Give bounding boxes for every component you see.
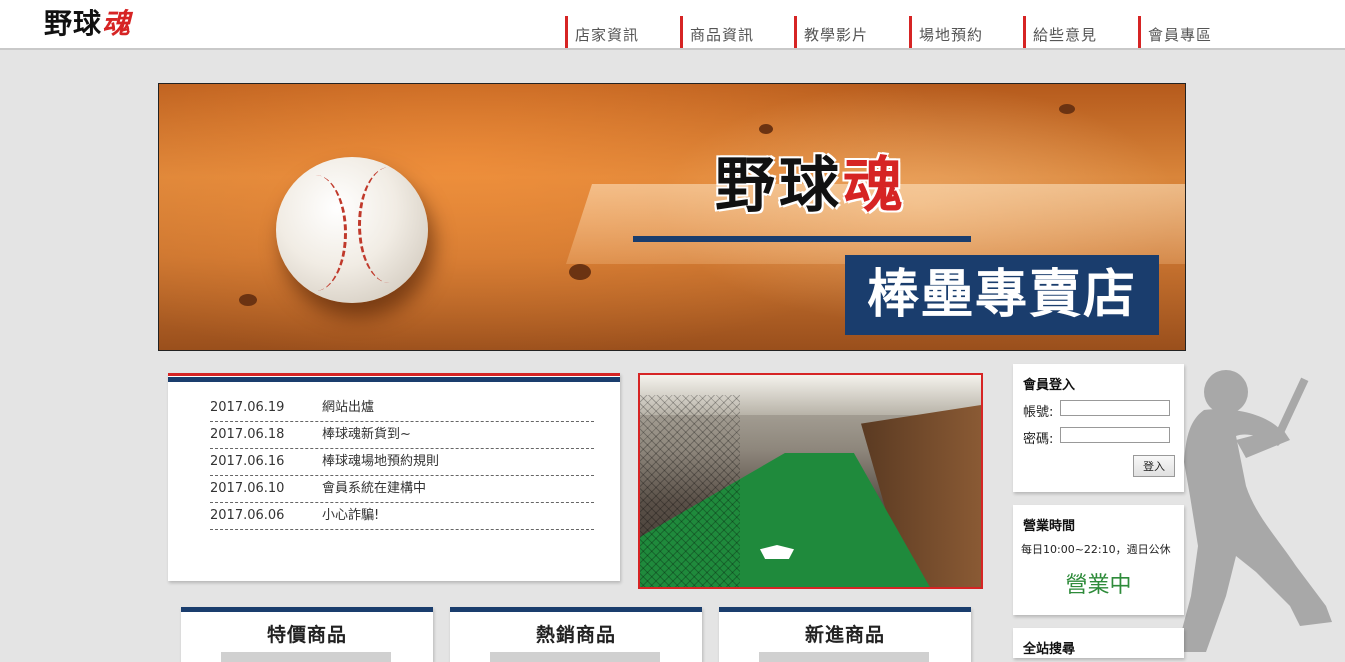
nav-member-area[interactable]: 會員專區 <box>1138 16 1248 48</box>
nav-field-booking[interactable]: 場地預約 <box>909 16 1019 48</box>
banner-subtitle: 棒壘專賣店 <box>845 255 1159 335</box>
baseball-seam <box>358 167 421 283</box>
open-status-badge: 營業中 <box>1065 573 1132 598</box>
product-box-title[interactable]: 熱銷商品 <box>450 620 702 647</box>
product-box-title[interactable]: 特價商品 <box>181 620 433 647</box>
nav-feedback[interactable]: 給些意見 <box>1023 16 1133 48</box>
dirt-rock <box>759 124 773 134</box>
nav-store-info[interactable]: 店家資訊 <box>565 16 675 48</box>
dirt-rock <box>239 294 257 306</box>
news-title[interactable]: 網站出爐 <box>322 395 374 421</box>
nav-tutorial-videos[interactable]: 教學影片 <box>794 16 904 48</box>
news-top-stripe-red <box>168 373 620 376</box>
hours-title: 營業時間 <box>1023 519 1076 534</box>
product-thumbnail[interactable] <box>490 652 660 662</box>
news-item[interactable]: 2017.06.18 棒球魂新貨到~ <box>210 422 594 449</box>
product-box-hot: 熱銷商品 <box>450 607 702 662</box>
product-box-title[interactable]: 新進商品 <box>719 620 971 647</box>
business-hours-panel: 營業時間 每日10:00~22:10，週日公休 營業中 <box>1013 505 1184 615</box>
batting-cage-photo <box>638 373 983 589</box>
top-header: 野球魂 店家資訊 商品資訊 教學影片 場地預約 給些意見 會員專區 <box>0 0 1345 50</box>
product-thumbnail[interactable] <box>759 652 929 662</box>
member-login-panel: 會員登入 帳號: 密碼: 登入 <box>1013 364 1184 492</box>
news-title[interactable]: 小心詐騙! <box>322 503 379 529</box>
news-title[interactable]: 會員系統在建構中 <box>322 476 426 502</box>
account-label: 帳號: <box>1023 405 1054 420</box>
news-item[interactable]: 2017.06.06 小心詐騙! <box>210 503 594 530</box>
news-date: 2017.06.06 <box>210 508 285 523</box>
news-item[interactable]: 2017.06.16 棒球魂場地預約規則 <box>210 449 594 476</box>
banner-title-black: 野球 <box>715 151 843 221</box>
news-item[interactable]: 2017.06.10 會員系統在建構中 <box>210 476 594 503</box>
dirt-rock <box>569 264 591 280</box>
logo-text-red: 魂 <box>102 7 132 40</box>
baseball-seam <box>284 175 347 291</box>
product-box-sale: 特價商品 <box>181 607 433 662</box>
site-logo[interactable]: 野球魂 <box>44 6 131 42</box>
hours-text: 每日10:00~22:10，週日公休 <box>1021 543 1171 556</box>
password-label: 密碼: <box>1023 432 1054 447</box>
logo-text-black: 野球 <box>44 7 103 40</box>
product-thumbnail[interactable] <box>221 652 391 662</box>
banner-title-red: 魂 <box>843 151 907 221</box>
news-item[interactable]: 2017.06.19 網站出爐 <box>210 395 594 422</box>
banner-divider <box>633 236 971 242</box>
news-title[interactable]: 棒球魂場地預約規則 <box>322 449 439 475</box>
news-panel: 2017.06.19 網站出爐 2017.06.18 棒球魂新貨到~ 2017.… <box>168 373 620 581</box>
news-top-stripe-navy <box>168 377 620 382</box>
login-title: 會員登入 <box>1023 378 1076 393</box>
banner-title: 野球魂 <box>715 146 907 226</box>
news-date: 2017.06.10 <box>210 481 285 496</box>
news-date: 2017.06.16 <box>210 454 285 469</box>
hero-banner: 野球魂 棒壘專賣店 <box>158 83 1186 351</box>
nav-products[interactable]: 商品資訊 <box>680 16 790 48</box>
site-search-panel: 全站搜尋 <box>1013 628 1184 658</box>
news-date: 2017.06.18 <box>210 427 285 442</box>
cage-net <box>640 395 740 587</box>
dirt-rock <box>1059 104 1075 114</box>
baseball-image <box>276 157 428 303</box>
product-box-new: 新進商品 <box>719 607 971 662</box>
news-date: 2017.06.19 <box>210 400 285 415</box>
news-title[interactable]: 棒球魂新貨到~ <box>322 422 411 448</box>
password-input[interactable] <box>1060 427 1170 443</box>
account-input[interactable] <box>1060 400 1170 416</box>
search-title: 全站搜尋 <box>1023 642 1076 657</box>
login-button[interactable]: 登入 <box>1133 455 1175 477</box>
